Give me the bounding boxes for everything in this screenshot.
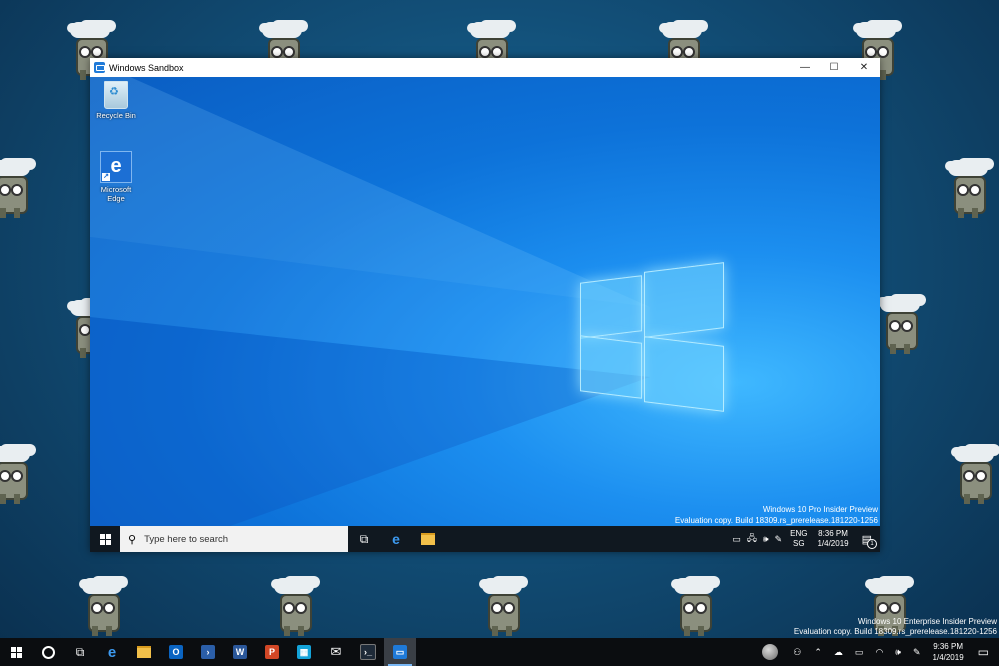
wallpaper-robot [478,578,526,636]
word-icon: W [233,645,247,659]
volume-icon[interactable]: 🕪 [763,534,769,545]
battery-icon[interactable]: ▭ [855,647,864,658]
host-taskbar: ⧉ e O › W P ▦ ✉ ›_ ▭ ⚇ ⌃ ☁ ▭ ◠ 🕪 ✎ 9:36 … [0,638,999,666]
taskbar-store-button[interactable]: ▦ [288,638,320,666]
avatar[interactable] [762,644,779,660]
input-language[interactable]: ENG SG [790,529,807,549]
battery-icon[interactable]: ▭ [732,534,741,545]
host-clock[interactable]: 9:36 PM 1/4/2019 [933,641,964,663]
cortana-icon [41,645,55,659]
task-view-icon: ⧉ [75,644,85,659]
sandbox-search-box[interactable]: ⚲ Type here to search [120,526,348,552]
pen-icon[interactable]: ✎ [775,534,783,545]
wallpaper-robot [78,578,126,636]
search-icon: ⚲ [128,533,137,546]
cortana-button[interactable] [32,638,64,666]
sandbox-desktop[interactable]: Recycle Bin e↗ Microsoft Edge Windows 10… [90,77,880,526]
sandbox-watermark: Windows 10 Pro Insider Preview Evaluatio… [674,505,878,525]
taskbar-word-button[interactable]: W [224,638,256,666]
desktop-icon-recycle-bin[interactable]: Recycle Bin [90,81,143,120]
start-button[interactable] [0,638,32,666]
pen-icon[interactable]: ✎ [913,647,921,658]
sandbox-taskbar: ⚲ Type here to search ⧉ e ▭ 🖧 🕪 ✎ ENG SG… [90,526,880,552]
light-beams [90,77,650,526]
desktop-icon-edge[interactable]: e ↗ Microsoft Edge [90,151,143,203]
taskbar-edge-button[interactable]: e [380,526,412,552]
chevron-up-icon[interactable]: ⌃ [814,647,822,658]
network-icon[interactable]: 🖧 [747,531,757,547]
wallpaper-robot [270,578,318,636]
action-center-icon[interactable]: ▭ [978,645,989,659]
wifi-icon[interactable]: ◠ [875,647,883,658]
sandbox-window[interactable]: Windows Sandbox — ☐ ✕ Recycle Bin e↗ Mic… [90,58,880,552]
taskbar-file-explorer-button[interactable] [128,638,160,666]
action-center-button[interactable]: ▤ 1 [862,533,877,549]
wallpaper-robot [670,578,718,636]
host-watermark: Windows 10 Enterprise Insider Preview Ev… [793,617,997,636]
sandbox-start-button[interactable] [90,526,120,552]
close-button[interactable]: ✕ [849,58,879,77]
taskbar-edge-button[interactable]: e [96,638,128,666]
wallpaper-robot [944,160,992,218]
wallpaper-robot [0,446,34,504]
windows-start-icon [99,533,111,545]
taskbar-mail-button[interactable]: ✉ [320,638,352,666]
minimize-button[interactable]: — [790,58,820,77]
task-view-icon: ⧉ [359,531,369,546]
wallpaper-robot [950,446,998,504]
taskbar-file-explorer-button[interactable] [412,526,444,552]
powerpoint-icon: P [265,645,279,659]
host-system-tray: ⚇ ⌃ ☁ ▭ ◠ 🕪 ✎ 9:36 PM 1/4/2019 ▭ [754,638,999,666]
taskbar-outlook-button[interactable]: O [160,638,192,666]
recycle-bin-icon [104,81,128,109]
terminal-icon: ›_ [360,644,376,660]
powershell-icon: › [201,645,215,659]
taskbar-powershell-button[interactable]: › [192,638,224,666]
task-view-button[interactable]: ⧉ [64,638,96,666]
taskbar-sandbox-button[interactable]: ▭ [384,638,416,666]
store-icon: ▦ [297,645,311,659]
people-icon[interactable]: ⚇ [793,647,801,658]
maximize-button[interactable]: ☐ [819,58,849,77]
window-title: Windows Sandbox [109,62,184,73]
sandbox-titlebar[interactable]: Windows Sandbox — ☐ ✕ [90,58,880,77]
outlook-icon: O [169,645,183,659]
wallpaper-robot [0,160,34,218]
edge-icon: e [392,531,400,547]
desktop-icon-label: Microsoft Edge [100,185,132,203]
file-explorer-icon [137,646,151,658]
taskbar-terminal-button[interactable]: ›_ [352,638,384,666]
wallpaper-robot [876,296,924,354]
mail-icon: ✉ [330,644,342,659]
edge-icon: e ↗ [100,151,132,183]
onedrive-icon[interactable]: ☁ [834,647,843,658]
desktop-icon-label: Recycle Bin [96,111,136,120]
sandbox-icon: ▭ [393,645,407,659]
sandbox-app-icon [94,62,105,73]
search-placeholder: Type here to search [144,533,229,545]
notification-count: 1 [867,538,877,549]
edge-icon: e [107,643,117,661]
file-explorer-icon [421,533,435,545]
windows-logo [580,261,724,412]
windows-start-icon [10,646,22,658]
sandbox-system-tray: ▭ 🖧 🕪 ✎ ENG SG 8:36 PM 1/4/2019 ▤ 1 [729,526,880,552]
taskbar-powerpoint-button[interactable]: P [256,638,288,666]
task-view-button[interactable]: ⧉ [348,526,380,552]
sandbox-clock[interactable]: 8:36 PM 1/4/2019 [817,529,848,549]
volume-icon[interactable]: 🕪 [895,647,901,658]
